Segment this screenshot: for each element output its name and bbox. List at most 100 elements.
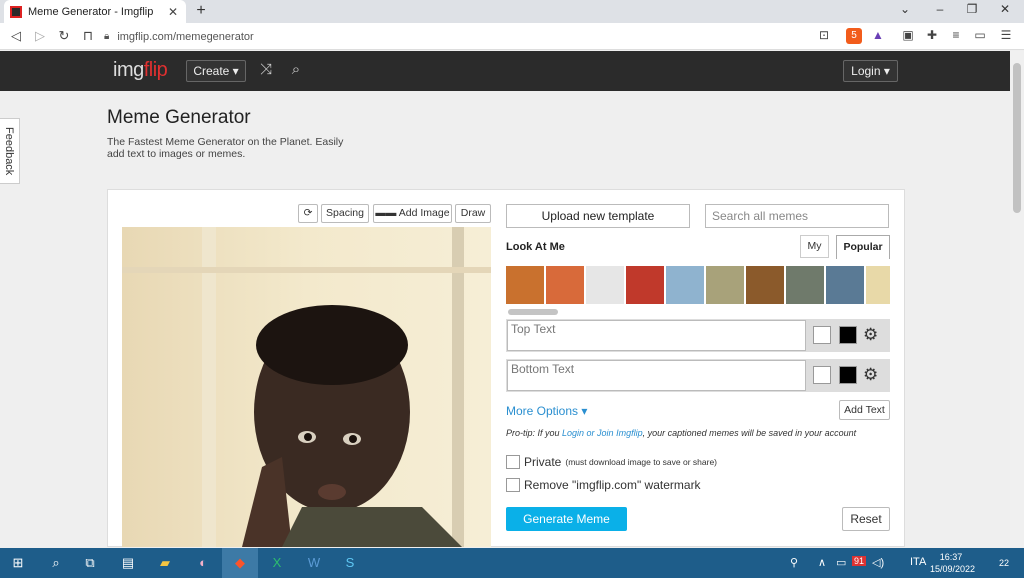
feedback-tab[interactable]: Feedback: [0, 118, 20, 184]
scrollbar-thumb[interactable]: [1013, 63, 1021, 213]
paint-icon[interactable]: ◐: [193, 553, 213, 573]
windows-start-icon[interactable]: ⊞: [8, 553, 28, 573]
tab-list-chevron-icon[interactable]: ⌄: [890, 2, 920, 16]
page-scrollbar[interactable]: [1010, 51, 1024, 547]
draw-button[interactable]: Draw: [455, 204, 491, 223]
people-icon[interactable]: ⚲: [790, 556, 798, 569]
search-icon[interactable]: ⌕: [46, 553, 66, 573]
wallet-icon[interactable]: ▭: [972, 28, 988, 44]
remove-watermark-label: Remove "imgflip.com" watermark: [524, 478, 701, 492]
notepad-icon[interactable]: ▤: [118, 553, 138, 573]
feedback-label: Feedback: [3, 127, 15, 176]
imgflip-logo[interactable]: imgflip: [113, 59, 168, 82]
page-subtitle: The Fastest Meme Generator on the Planet…: [107, 136, 344, 160]
template-thumbnail[interactable]: [586, 266, 624, 304]
excel-icon[interactable]: X: [267, 553, 287, 573]
antivirus-badge[interactable]: 91: [852, 556, 867, 566]
brave-rewards-icon[interactable]: ▲: [870, 28, 886, 44]
install-app-icon[interactable]: ⊡: [816, 28, 832, 44]
media-icon[interactable]: ≡: [948, 28, 964, 44]
clock-time: 16:37: [939, 552, 963, 562]
tab-my[interactable]: My: [800, 235, 829, 258]
system-clock[interactable]: 16:37 15/09/2022: [930, 551, 976, 575]
extension-icon[interactable]: ▣: [900, 28, 916, 44]
windows-taskbar: ⊞ ⌕ ⧉ ▤ ▰ ◐ ◆ X W S ⚲ ∧ ▭ 91 ◁) ITA 16:3…: [0, 548, 1024, 578]
bottom-text-row: ⚙: [506, 359, 890, 392]
remove-watermark-option[interactable]: Remove "imgflip.com" watermark: [506, 478, 701, 492]
url-text: imgflip.com/memegenerator: [117, 30, 254, 43]
url-field[interactable]: 🔒︎ imgflip.com/memegenerator: [104, 27, 834, 46]
search-icon[interactable]: ⌕: [286, 61, 306, 78]
puzzle-icon[interactable]: ✚: [924, 28, 940, 44]
template-thumbnail[interactable]: [866, 266, 890, 304]
reset-button[interactable]: Reset: [842, 507, 890, 531]
bottom-text-outline-swatch[interactable]: [839, 366, 857, 384]
thumbnail-scrollbar[interactable]: [508, 309, 558, 315]
private-label: Private: [524, 455, 562, 469]
new-tab-icon[interactable]: +: [192, 2, 210, 20]
template-thumbnail[interactable]: [506, 266, 544, 304]
word-icon[interactable]: W: [304, 553, 324, 573]
top-text-input[interactable]: [507, 320, 806, 351]
template-thumbnail[interactable]: [626, 266, 664, 304]
close-tab-icon[interactable]: ✕: [166, 5, 180, 19]
upload-template-button[interactable]: Upload new template: [506, 204, 690, 228]
forward-icon[interactable]: ▷: [32, 28, 48, 44]
private-note: (must download image to save or share): [565, 457, 718, 467]
volume-icon[interactable]: ◁): [872, 556, 884, 569]
top-text-settings-gear-icon[interactable]: ⚙: [863, 325, 878, 345]
language-indicator[interactable]: ITA: [910, 556, 926, 568]
create-dropdown-button[interactable]: Create ▾: [186, 60, 246, 82]
tab-popular[interactable]: Popular: [836, 235, 890, 259]
notification-center-icon[interactable]: 22: [992, 554, 1016, 572]
brave-shield-icon[interactable]: 5: [846, 28, 862, 44]
clock-date: 15/09/2022: [930, 564, 976, 574]
meme-canvas-image[interactable]: [122, 227, 491, 547]
browser-tab[interactable]: Meme Generator - Imgflip ✕: [4, 0, 186, 23]
menu-icon[interactable]: ☰: [998, 28, 1014, 44]
file-explorer-icon[interactable]: ▰: [155, 553, 175, 573]
template-thumbnail[interactable]: [786, 266, 824, 304]
site-header: imgflip Create ▾ ⤨ ⌕ Login ▾: [0, 51, 1010, 91]
reload-icon[interactable]: ↻: [56, 28, 72, 44]
generate-meme-button[interactable]: Generate Meme: [506, 507, 627, 531]
private-checkbox[interactable]: [506, 455, 520, 469]
search-memes-input[interactable]: [705, 204, 889, 228]
network-icon[interactable]: ▭: [836, 556, 846, 569]
remove-watermark-checkbox[interactable]: [506, 478, 520, 492]
bookmark-icon[interactable]: ⊓: [80, 28, 96, 44]
rotate-icon: ⟳: [303, 207, 313, 219]
close-window-icon[interactable]: ✕: [990, 2, 1020, 16]
imgflip-favicon-icon: [10, 5, 22, 18]
rotate-button[interactable]: ⟳: [298, 204, 318, 223]
bottom-text-settings-gear-icon[interactable]: ⚙: [863, 365, 878, 385]
restore-icon[interactable]: ❐: [957, 2, 987, 16]
bottom-text-color-swatch[interactable]: [813, 366, 831, 384]
template-thumbnail[interactable]: [666, 266, 704, 304]
tray-chevron-icon[interactable]: ∧: [818, 556, 826, 569]
template-thumbnail[interactable]: [746, 266, 784, 304]
minimize-icon[interactable]: –: [925, 2, 955, 16]
brave-browser-icon[interactable]: ◆: [230, 553, 250, 573]
login-dropdown-button[interactable]: Login ▾: [843, 60, 898, 82]
meme-template-image: [122, 227, 491, 547]
task-view-icon[interactable]: ⧉: [80, 553, 100, 573]
private-option[interactable]: Private (must download image to save or …: [506, 455, 717, 469]
top-text-color-swatch[interactable]: [813, 326, 831, 344]
address-bar: ◁ ▷ ↻ ⊓ 🔒︎ imgflip.com/memegenerator ⊡ 5…: [0, 23, 1024, 50]
skype-icon[interactable]: S: [340, 553, 360, 573]
tab-title: Meme Generator - Imgflip: [28, 5, 154, 18]
top-text-outline-swatch[interactable]: [839, 326, 857, 344]
add-text-button[interactable]: Add Text: [839, 400, 890, 420]
bottom-text-input[interactable]: [507, 360, 806, 391]
template-thumbnail[interactable]: [706, 266, 744, 304]
template-thumbnail[interactable]: [826, 266, 864, 304]
shuffle-icon[interactable]: ⤨: [256, 61, 276, 78]
template-thumbnail[interactable]: [546, 266, 584, 304]
more-options-link[interactable]: More Options ▾: [506, 404, 587, 418]
add-image-button[interactable]: ▬▬ Add Image: [373, 204, 452, 223]
login-join-link[interactable]: Login or Join Imgflip: [562, 428, 643, 438]
sunglasses-icon: ▬▬: [375, 207, 399, 219]
back-icon[interactable]: ◁: [8, 28, 24, 44]
spacing-button[interactable]: Spacing: [321, 204, 369, 223]
